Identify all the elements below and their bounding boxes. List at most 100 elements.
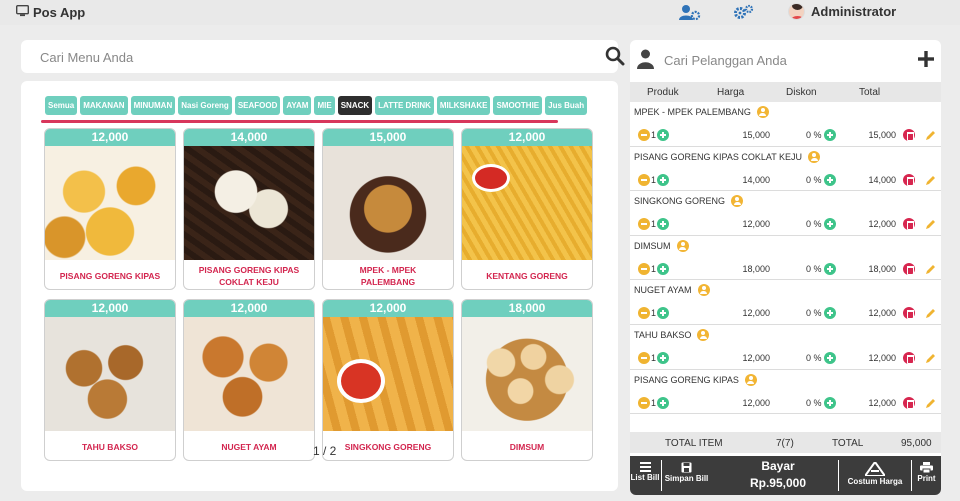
user-icon[interactable] xyxy=(744,373,757,386)
cart-item-price: 14,000 xyxy=(742,174,770,185)
category-tab-semua[interactable]: Semua xyxy=(45,96,78,115)
customer-search-input[interactable] xyxy=(664,51,904,69)
header-harga: Harga xyxy=(717,87,745,98)
pagination[interactable]: 1 / 2 xyxy=(313,444,336,458)
delete-icon[interactable] xyxy=(903,351,915,364)
increase-qty-button[interactable] xyxy=(657,129,670,141)
user-icon[interactable] xyxy=(808,150,821,163)
add-discount-button[interactable] xyxy=(823,218,836,231)
decrease-qty-button[interactable] xyxy=(638,396,650,409)
delete-icon[interactable] xyxy=(903,307,915,320)
category-tab-snack[interactable]: SNACK xyxy=(337,96,373,115)
user-icon[interactable] xyxy=(697,328,710,341)
product-price: 18,000 xyxy=(462,300,592,317)
category-tab-smoothie[interactable]: SMOOTHIE xyxy=(493,96,543,115)
cart-item-price: 12,000 xyxy=(742,352,770,363)
pencil-icon[interactable] xyxy=(925,217,936,235)
pencil-icon[interactable] xyxy=(925,128,936,146)
increase-qty-button[interactable] xyxy=(657,173,670,186)
add-discount-button[interactable] xyxy=(823,307,836,320)
header-diskon: Diskon xyxy=(786,87,817,98)
product-photo xyxy=(184,146,314,260)
decrease-qty-button[interactable] xyxy=(638,129,650,141)
product-card[interactable]: 12,000 TAHU BAKSO xyxy=(44,299,176,461)
list-bill-button[interactable]: List Bill xyxy=(630,462,660,482)
users-gear-icon[interactable] xyxy=(679,4,701,26)
user-icon[interactable] xyxy=(697,284,710,297)
add-discount-button[interactable] xyxy=(823,351,836,364)
bayar-amount: Rp.95,000 xyxy=(749,476,807,490)
category-tab-mie[interactable]: MIE xyxy=(314,96,335,115)
pencil-icon[interactable] xyxy=(925,396,936,414)
app-title-text: Pos App xyxy=(33,5,86,20)
increase-qty-button[interactable] xyxy=(657,262,670,275)
list-bill-label: List Bill xyxy=(630,473,660,482)
bayar-label: Bayar xyxy=(761,459,795,473)
increase-qty-button[interactable] xyxy=(657,218,670,231)
menu-search-input[interactable] xyxy=(40,48,560,66)
add-discount-button[interactable] xyxy=(823,396,836,409)
product-card[interactable]: 12,000 SINGKONG GORENG xyxy=(322,299,454,461)
delete-icon[interactable] xyxy=(903,262,915,275)
pencil-icon[interactable] xyxy=(925,262,936,280)
product-card[interactable]: 18,000 DIMSUM xyxy=(461,299,593,461)
decrease-qty-button[interactable] xyxy=(638,218,650,231)
product-card[interactable]: 12,000 KENTANG GORENG xyxy=(461,128,593,290)
decrease-qty-button[interactable] xyxy=(638,307,650,320)
costum-harga-button[interactable]: Costum Harga xyxy=(842,462,908,486)
cart-row: TAHU BAKSO 1 12,000 0 % 12,000 xyxy=(630,325,941,370)
gears-icon[interactable] xyxy=(732,4,754,26)
add-discount-button[interactable] xyxy=(823,262,836,275)
category-tab-latte-drink[interactable]: LATTE DRINK xyxy=(375,96,434,115)
decrease-qty-button[interactable] xyxy=(638,351,650,364)
user-icon[interactable] xyxy=(731,195,744,208)
product-card[interactable]: 12,000 NUGET AYAM xyxy=(183,299,315,461)
product-card[interactable]: 14,000 PISANG GORENG KIPAS COKLAT KEJU xyxy=(183,128,315,290)
delete-icon[interactable] xyxy=(903,218,915,231)
user-icon[interactable] xyxy=(756,106,769,118)
simpan-bill-button[interactable]: Simpan Bill xyxy=(663,462,710,483)
add-discount-button[interactable] xyxy=(823,129,836,141)
search-icon[interactable] xyxy=(605,46,625,71)
print-label: Print xyxy=(917,474,936,483)
save-icon xyxy=(681,462,692,473)
category-tab-milkshake[interactable]: MILKSHAKE xyxy=(436,96,491,115)
cart-item-discount: 0 % xyxy=(806,397,822,408)
add-discount-button[interactable] xyxy=(823,173,836,186)
increase-qty-button[interactable] xyxy=(657,396,670,409)
product-name: MPEK - MPEK PALEMBANG xyxy=(359,264,417,287)
bayar-button[interactable]: Bayar Rp.95,000 xyxy=(718,459,838,493)
category-tab-nasi-goreng[interactable]: Nasi Goreng xyxy=(178,96,232,115)
user-menu[interactable]: Administrator xyxy=(788,3,896,20)
category-tab-jus-buah[interactable]: Jus Buah xyxy=(545,96,588,115)
delete-icon[interactable] xyxy=(903,396,915,409)
category-scroll-indicator[interactable] xyxy=(41,120,558,123)
pencil-icon[interactable] xyxy=(925,351,936,369)
decrease-qty-button[interactable] xyxy=(638,173,650,186)
total-value: 95,000 xyxy=(901,438,932,449)
delete-icon[interactable] xyxy=(903,129,915,141)
category-tab-minuman[interactable]: MINUMAN xyxy=(130,96,176,115)
product-photo xyxy=(323,317,453,431)
cart-item-total: 12,000 xyxy=(868,219,896,230)
product-name: PISANG GORENG KIPAS xyxy=(59,270,161,281)
category-tab-ayam[interactable]: AYAM xyxy=(283,96,312,115)
product-card[interactable]: 15,000 MPEK - MPEK PALEMBANG xyxy=(322,128,454,290)
delete-icon[interactable] xyxy=(903,173,915,186)
pencil-icon[interactable] xyxy=(925,173,936,191)
pencil-icon[interactable] xyxy=(925,306,936,324)
increase-qty-button[interactable] xyxy=(657,351,670,364)
add-customer-icon[interactable] xyxy=(917,50,935,73)
cart-item-price: 12,000 xyxy=(742,308,770,319)
product-name: TAHU BAKSO xyxy=(81,441,139,452)
increase-qty-button[interactable] xyxy=(657,307,670,320)
print-button[interactable]: Print xyxy=(913,462,940,483)
product-card[interactable]: 12,000 PISANG GORENG KIPAS xyxy=(44,128,176,290)
decrease-qty-button[interactable] xyxy=(638,262,650,275)
user-icon[interactable] xyxy=(676,239,689,252)
cart-row: DIMSUM 1 18,000 0 % 18,000 xyxy=(630,236,941,281)
category-tab-seafood[interactable]: SEAFOOD xyxy=(234,96,281,115)
cart-item-discount: 0 % xyxy=(806,263,822,274)
category-tab-makanan[interactable]: MAKANAN xyxy=(80,96,128,115)
cart-item-discount: 0 % xyxy=(806,219,822,230)
